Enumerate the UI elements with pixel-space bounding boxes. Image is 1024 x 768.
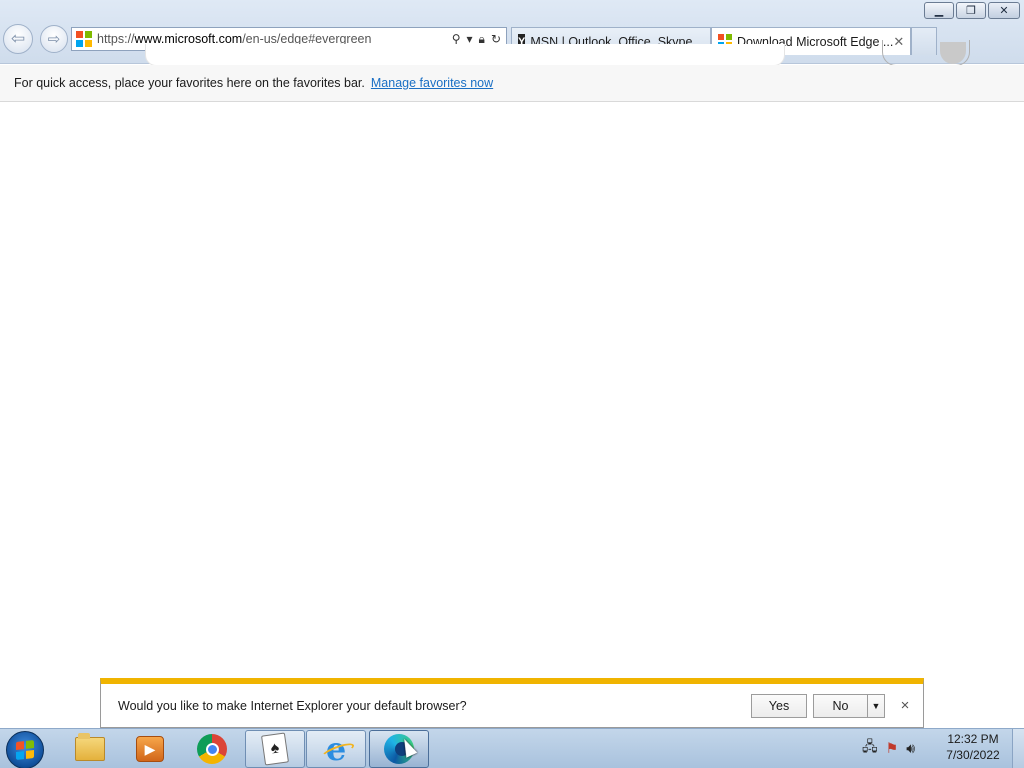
media-player-icon: ▶: [136, 736, 164, 762]
show-desktop-button[interactable]: [1012, 729, 1024, 768]
back-button[interactable]: ⇦: [3, 24, 33, 54]
system-tray: 🖧︎ ⚑ 🔊︎: [862, 732, 915, 764]
action-center-flag-icon[interactable]: ⚑: [886, 740, 899, 757]
volume-icon[interactable]: 🔊︎: [906, 740, 915, 757]
url-protocol: https://: [97, 32, 135, 46]
no-options-dropdown[interactable]: ▼: [867, 693, 885, 718]
chrome-icon: [197, 734, 227, 764]
restore-button[interactable]: ❐: [956, 2, 986, 19]
taskbar-item-internet-explorer[interactable]: e: [306, 730, 366, 768]
taskbar-item-media-player[interactable]: ▶: [120, 730, 180, 768]
cards-icon: ♠: [261, 732, 289, 766]
taskbar-item-chrome[interactable]: [182, 730, 242, 768]
manage-favorites-link[interactable]: Manage favorites now: [371, 76, 493, 90]
folder-icon: [75, 733, 105, 761]
windows-logo-icon: [16, 740, 34, 760]
clock-date: 7/30/2022: [946, 748, 1000, 762]
network-icon[interactable]: 🖧︎: [862, 736, 878, 760]
taskbar-clock[interactable]: 12:32 PM 7/30/2022: [944, 731, 1002, 763]
ie-icon: e: [320, 730, 352, 768]
notification-message: Would you like to make Internet Explorer…: [118, 698, 467, 713]
page-content: [0, 103, 1024, 678]
forward-button[interactable]: ⇨: [40, 25, 68, 53]
no-button[interactable]: No: [813, 693, 867, 718]
microsoft-logo-icon: [76, 31, 92, 47]
favorites-bar: For quick access, place your favorites h…: [0, 65, 1024, 102]
favorites-bar-message: For quick access, place your favorites h…: [14, 76, 365, 90]
arrow-right-icon: ⇨: [47, 31, 61, 48]
close-window-button[interactable]: ✕: [988, 2, 1020, 19]
yes-button[interactable]: Yes: [751, 693, 807, 718]
arrow-left-icon: ⇦: [10, 29, 26, 48]
clock-time: 12:32 PM: [947, 732, 999, 746]
page-search-bar-remnant: [145, 44, 785, 66]
start-button[interactable]: [6, 731, 44, 768]
taskbar-item-edge[interactable]: [369, 730, 429, 768]
close-notification-icon[interactable]: ×: [893, 697, 917, 714]
default-browser-notification: Would you like to make Internet Explorer…: [100, 678, 924, 728]
taskbar-item-windows-explorer[interactable]: [60, 730, 120, 768]
window-controls: ▁ ❐ ✕: [924, 2, 1020, 19]
taskbar-item-solitaire[interactable]: ♠: [245, 730, 305, 768]
minimize-button[interactable]: ▁: [924, 2, 954, 19]
triangle-down-icon: ▼: [871, 700, 881, 711]
